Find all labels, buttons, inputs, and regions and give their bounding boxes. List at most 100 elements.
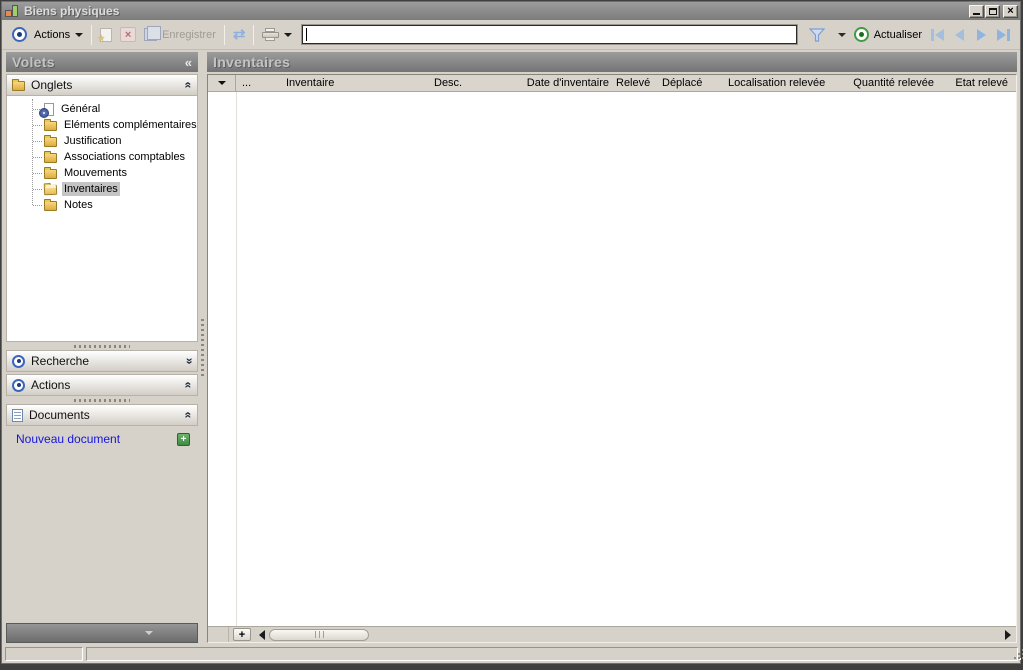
folder-icon — [44, 135, 57, 147]
first-record-button[interactable] — [926, 25, 948, 45]
filter-dropdown-button[interactable] — [829, 23, 850, 47]
tree-connector — [33, 125, 42, 126]
folder-open-icon — [43, 184, 58, 196]
column-header-relev-[interactable]: Relevé — [614, 75, 658, 91]
actions-target-icon — [12, 27, 27, 42]
tree-connector — [33, 205, 42, 206]
add-row-button[interactable]: + — [233, 628, 251, 641]
delete-record-button[interactable]: × — [116, 23, 140, 47]
status-cell-main — [86, 647, 1018, 661]
grid-header-row: ... Inventaire Desc. Date d'inventaire Relev… — [208, 75, 1016, 92]
close-icon: × — [1007, 5, 1014, 17]
first-record-icon — [930, 28, 934, 41]
save-button[interactable]: Enregistrer — [140, 23, 220, 47]
resize-grip[interactable] — [1014, 657, 1016, 659]
sidebar-item-elements-complementaires[interactable]: Eléments complémentaires — [7, 117, 197, 133]
tree-connector — [33, 157, 42, 158]
chevron-down-icon — [75, 32, 84, 37]
page-gear-icon — [40, 102, 54, 117]
chevron-up-icon[interactable]: « — [182, 412, 196, 419]
actions-menu-button[interactable]: Actions — [8, 23, 87, 47]
status-cell-left — [5, 647, 83, 661]
last-record-button[interactable] — [992, 25, 1014, 45]
column-header-desc-[interactable]: Desc. — [428, 75, 516, 91]
row-selector-dropdown[interactable] — [208, 75, 236, 91]
sidebar-item-associations-comptables[interactable]: Associations comptables — [7, 149, 197, 165]
sidebar-item-inventaires[interactable]: Inventaires — [7, 181, 197, 197]
tree-item-label: Inventaires — [62, 182, 120, 196]
actions-menu-label: Actions — [34, 28, 71, 41]
print-button[interactable] — [258, 23, 296, 47]
new-record-button[interactable]: ★ — [96, 23, 116, 47]
scroll-right-button[interactable] — [1001, 628, 1015, 642]
sidebar-header: Volets « — [6, 52, 198, 72]
horizontal-splitter[interactable] — [6, 342, 198, 350]
tree-item-label: Général — [61, 103, 101, 115]
horizontal-splitter[interactable] — [6, 396, 198, 404]
actions-target-icon — [12, 378, 25, 392]
next-record-button[interactable] — [970, 25, 992, 45]
column-header-d-plac-[interactable]: Déplacé — [658, 75, 716, 91]
sidebar-item-mouvements[interactable]: Mouvements — [7, 165, 197, 181]
chevron-up-icon[interactable]: « — [182, 382, 196, 389]
collapse-sidebar-icon[interactable]: « — [185, 55, 192, 70]
grid-body[interactable] — [208, 92, 1016, 626]
column-header-etat-relev-[interactable]: Etat relevé — [946, 75, 1016, 91]
chevron-down-icon[interactable]: « — [182, 358, 196, 365]
sidebar-bottom-bar[interactable] — [6, 623, 198, 643]
close-button[interactable]: × — [1003, 4, 1018, 18]
section-documents-header[interactable]: Documents « — [6, 404, 198, 426]
folder-icon — [44, 167, 57, 179]
onglets-tree: Général Eléments complémentaires Justifica… — [6, 96, 198, 342]
folder-icon — [44, 199, 57, 211]
column-header-ellipsis[interactable]: ... — [236, 75, 282, 91]
thumb-grip — [314, 631, 324, 638]
section-actions-header[interactable]: Actions « — [6, 374, 198, 396]
inventaires-grid: ... Inventaire Desc. Date d'inventaire Relev… — [207, 74, 1017, 643]
sync-button[interactable]: ⇄ — [229, 23, 250, 47]
search-input[interactable] — [307, 27, 793, 42]
add-document-button[interactable]: + — [177, 432, 190, 446]
app-window: Biens physiques × Actions ★ × Enregistre… — [1, 1, 1021, 664]
chevron-up-icon[interactable]: « — [182, 82, 196, 89]
section-onglets-header[interactable]: Onglets « — [6, 74, 198, 96]
sync-icon: ⇄ — [232, 25, 246, 43]
window-title: Biens physiques — [24, 4, 120, 18]
vertical-splitter[interactable] — [198, 52, 207, 643]
minimize-button[interactable] — [969, 4, 984, 18]
page-title: Inventaires — [213, 54, 291, 70]
scrollbar-thumb[interactable] — [269, 628, 369, 641]
column-header-date-d-inventaire[interactable]: Date d'inventaire — [516, 75, 614, 91]
filter-button[interactable] — [805, 23, 829, 47]
tree-item-label: Notes — [64, 199, 93, 211]
column-header-inventaire[interactable]: Inventaire — [282, 75, 428, 91]
column-header-quantit-relev-e[interactable]: Quantité relevée — [846, 75, 946, 91]
sidebar-item-notes[interactable]: Notes — [7, 197, 197, 213]
section-documents-label: Documents — [29, 408, 90, 422]
toolbar: Actions ★ × Enregistrer ⇄ Actualiser — [2, 20, 1020, 50]
tree-connector — [33, 141, 42, 142]
sidebar-item-justification[interactable]: Justification — [7, 133, 197, 149]
section-onglets-label: Onglets — [31, 78, 73, 92]
maximize-button[interactable] — [985, 4, 1000, 18]
splitter-grip — [74, 398, 130, 402]
sidebar-item-general[interactable]: Général — [7, 101, 197, 117]
app-icon — [5, 4, 19, 18]
status-bar — [2, 646, 1020, 663]
maximize-icon — [988, 7, 997, 15]
search-box — [302, 25, 797, 44]
tree-item-label: Associations comptables — [64, 151, 186, 163]
save-label: Enregistrer — [162, 28, 216, 41]
previous-record-button[interactable] — [948, 25, 970, 45]
chevron-down-icon — [217, 81, 226, 85]
document-icon — [12, 408, 23, 422]
refresh-icon — [853, 27, 869, 42]
arrow-left-icon — [259, 629, 265, 640]
section-recherche-header[interactable]: Recherche « — [6, 350, 198, 372]
refresh-button[interactable]: Actualiser — [850, 23, 926, 47]
main-header: Inventaires — [207, 52, 1017, 72]
filter-funnel-icon — [808, 27, 825, 42]
column-header-localisation-relev-e[interactable]: Localisation relevée — [716, 75, 846, 91]
new-document-link[interactable]: Nouveau document — [16, 432, 177, 446]
scroll-left-button[interactable] — [255, 628, 269, 642]
